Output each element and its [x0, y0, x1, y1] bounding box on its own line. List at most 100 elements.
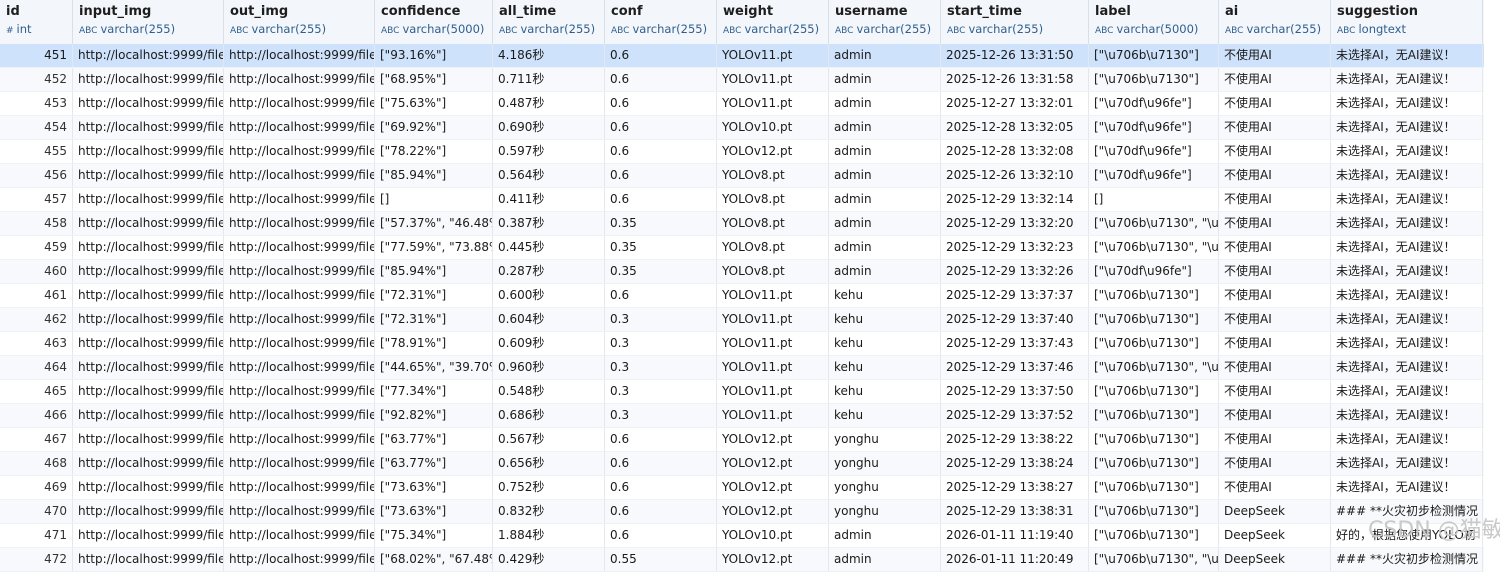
cell-weight[interactable]: YOLOv12.pt — [717, 500, 829, 523]
cell-confidence[interactable]: ["57.37%", "46.48% — [375, 212, 493, 235]
cell-weight[interactable]: YOLOv12.pt — [717, 476, 829, 499]
cell-label[interactable]: ["\u706b\u7130"] — [1089, 380, 1219, 403]
cell-conf[interactable]: 0.6 — [605, 92, 717, 115]
cell-id[interactable]: 462 — [0, 308, 73, 331]
cell-username[interactable]: yonghu — [829, 452, 941, 475]
cell-username[interactable]: kehu — [829, 356, 941, 379]
cell-conf[interactable]: 0.6 — [605, 188, 717, 211]
cell-ai[interactable]: 不使用AI — [1219, 332, 1331, 355]
cell-all-time[interactable]: 0.564秒 — [493, 164, 605, 187]
cell-suggestion[interactable]: 未选择AI，无AI建议！ — [1331, 260, 1483, 283]
cell-username[interactable]: admin — [829, 92, 941, 115]
cell-suggestion[interactable]: 未选择AI，无AI建议！ — [1331, 404, 1483, 427]
cell-input-img[interactable]: http://localhost:9999/file — [73, 548, 224, 571]
cell-conf[interactable]: 0.35 — [605, 260, 717, 283]
cell-all-time[interactable]: 1.884秒 — [493, 524, 605, 547]
table-row[interactable]: 465 http://localhost:9999/file http://loca… — [0, 380, 1484, 404]
cell-input-img[interactable]: http://localhost:9999/file — [73, 308, 224, 331]
cell-label[interactable]: ["\u706b\u7130", "\u — [1089, 356, 1219, 379]
table-row[interactable]: 470 http://localhost:9999/file http://loca… — [0, 500, 1484, 524]
column-header-id[interactable]: id # int — [0, 0, 73, 44]
cell-username[interactable]: admin — [829, 236, 941, 259]
cell-label[interactable]: [] — [1089, 188, 1219, 211]
table-row[interactable]: 468 http://localhost:9999/file http://loca… — [0, 452, 1484, 476]
column-header-weight[interactable]: weight ABC varchar(255) — [717, 0, 829, 44]
cell-username[interactable]: admin — [829, 140, 941, 163]
table-row[interactable]: 454 http://localhost:9999/file http://loca… — [0, 116, 1484, 140]
cell-all-time[interactable]: 0.656秒 — [493, 452, 605, 475]
cell-all-time[interactable]: 0.487秒 — [493, 92, 605, 115]
cell-confidence[interactable]: ["69.92%"] — [375, 116, 493, 139]
cell-ai[interactable]: 不使用AI — [1219, 356, 1331, 379]
cell-id[interactable]: 460 — [0, 260, 73, 283]
cell-all-time[interactable]: 0.711秒 — [493, 68, 605, 91]
cell-input-img[interactable]: http://localhost:9999/file — [73, 92, 224, 115]
cell-confidence[interactable]: ["72.31%"] — [375, 308, 493, 331]
cell-id[interactable]: 467 — [0, 428, 73, 451]
cell-out-img[interactable]: http://localhost:9999/file — [224, 212, 375, 235]
cell-id[interactable]: 463 — [0, 332, 73, 355]
cell-input-img[interactable]: http://localhost:9999/file — [73, 356, 224, 379]
cell-label[interactable]: ["\u70df\u96fe"] — [1089, 140, 1219, 163]
cell-username[interactable]: kehu — [829, 380, 941, 403]
cell-start-time[interactable]: 2025-12-29 13:32:26 — [941, 260, 1089, 283]
cell-out-img[interactable]: http://localhost:9999/file — [224, 548, 375, 571]
cell-ai[interactable]: 不使用AI — [1219, 92, 1331, 115]
cell-confidence[interactable]: ["72.31%"] — [375, 284, 493, 307]
cell-conf[interactable]: 0.35 — [605, 236, 717, 259]
cell-label[interactable]: ["\u706b\u7130"] — [1089, 452, 1219, 475]
cell-suggestion[interactable]: 未选择AI，无AI建议！ — [1331, 44, 1483, 67]
cell-confidence[interactable]: ["44.65%", "39.70% — [375, 356, 493, 379]
cell-confidence[interactable]: ["63.77%"] — [375, 452, 493, 475]
cell-confidence[interactable]: ["78.91%"] — [375, 332, 493, 355]
cell-weight[interactable]: YOLOv12.pt — [717, 428, 829, 451]
table-row[interactable]: 463 http://localhost:9999/file http://loca… — [0, 332, 1484, 356]
cell-ai[interactable]: 不使用AI — [1219, 140, 1331, 163]
cell-label[interactable]: ["\u706b\u7130"] — [1089, 404, 1219, 427]
cell-input-img[interactable]: http://localhost:9999/file — [73, 284, 224, 307]
cell-input-img[interactable]: http://localhost:9999/file — [73, 68, 224, 91]
cell-ai[interactable]: 不使用AI — [1219, 428, 1331, 451]
cell-conf[interactable]: 0.3 — [605, 380, 717, 403]
column-header-input-img[interactable]: input_img ABC varchar(255) — [73, 0, 224, 44]
cell-label[interactable]: ["\u706b\u7130"] — [1089, 44, 1219, 67]
cell-confidence[interactable]: ["92.82%"] — [375, 404, 493, 427]
cell-username[interactable]: admin — [829, 260, 941, 283]
cell-input-img[interactable]: http://localhost:9999/file — [73, 260, 224, 283]
cell-ai[interactable]: DeepSeek — [1219, 500, 1331, 523]
cell-label[interactable]: ["\u70df\u96fe"] — [1089, 92, 1219, 115]
cell-username[interactable]: admin — [829, 212, 941, 235]
cell-username[interactable]: kehu — [829, 332, 941, 355]
cell-start-time[interactable]: 2025-12-29 13:37:46 — [941, 356, 1089, 379]
cell-weight[interactable]: YOLOv11.pt — [717, 68, 829, 91]
cell-username[interactable]: yonghu — [829, 500, 941, 523]
cell-out-img[interactable]: http://localhost:9999/file — [224, 140, 375, 163]
cell-suggestion[interactable]: 未选择AI，无AI建议！ — [1331, 92, 1483, 115]
cell-start-time[interactable]: 2025-12-27 13:32:01 — [941, 92, 1089, 115]
cell-confidence[interactable]: ["75.34%"] — [375, 524, 493, 547]
cell-start-time[interactable]: 2025-12-29 13:38:22 — [941, 428, 1089, 451]
cell-input-img[interactable]: http://localhost:9999/file — [73, 380, 224, 403]
cell-username[interactable]: admin — [829, 548, 941, 571]
cell-conf[interactable]: 0.6 — [605, 284, 717, 307]
cell-suggestion[interactable]: 未选择AI，无AI建议！ — [1331, 476, 1483, 499]
cell-out-img[interactable]: http://localhost:9999/file — [224, 236, 375, 259]
cell-ai[interactable]: 不使用AI — [1219, 116, 1331, 139]
cell-username[interactable]: yonghu — [829, 476, 941, 499]
cell-conf[interactable]: 0.6 — [605, 164, 717, 187]
cell-confidence[interactable]: ["75.63%"] — [375, 92, 493, 115]
cell-id[interactable]: 472 — [0, 548, 73, 571]
cell-all-time[interactable]: 0.752秒 — [493, 476, 605, 499]
cell-start-time[interactable]: 2025-12-29 13:32:23 — [941, 236, 1089, 259]
column-header-confidence[interactable]: confidence ABC varchar(5000) — [375, 0, 493, 44]
cell-ai[interactable]: 不使用AI — [1219, 188, 1331, 211]
cell-conf[interactable]: 0.3 — [605, 356, 717, 379]
table-row[interactable]: 456 http://localhost:9999/file http://loca… — [0, 164, 1484, 188]
cell-username[interactable]: admin — [829, 188, 941, 211]
cell-weight[interactable]: YOLOv11.pt — [717, 44, 829, 67]
cell-ai[interactable]: 不使用AI — [1219, 404, 1331, 427]
cell-all-time[interactable]: 0.960秒 — [493, 356, 605, 379]
cell-weight[interactable]: YOLOv8.pt — [717, 236, 829, 259]
cell-username[interactable]: admin — [829, 44, 941, 67]
cell-ai[interactable]: 不使用AI — [1219, 452, 1331, 475]
